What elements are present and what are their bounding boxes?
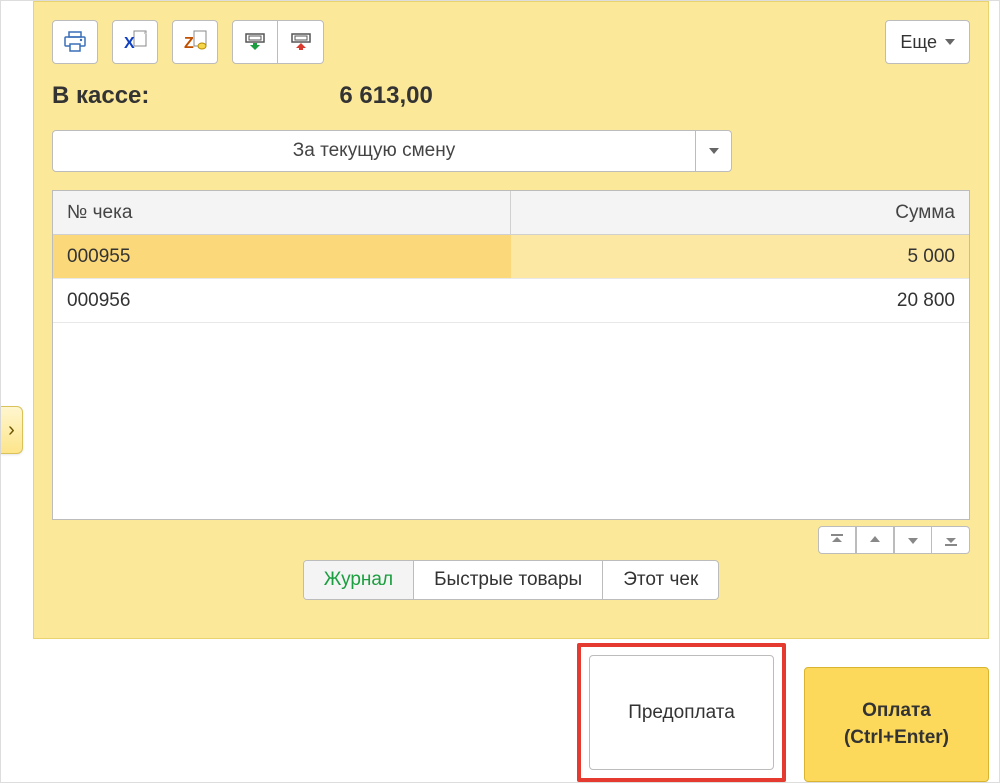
table-body: 0009555 00000095620 800 (53, 235, 969, 519)
prepayment-highlight: Предоплата (577, 643, 786, 782)
x-report-button[interactable]: X (112, 20, 158, 64)
receipt-journal-panel: X Z (33, 1, 989, 639)
print-button[interactable] (52, 20, 98, 64)
go-first-button[interactable] (818, 526, 856, 554)
row-nav-buttons (52, 526, 970, 554)
tab-journal[interactable]: Журнал (304, 561, 414, 599)
x-report-icon: X (122, 30, 148, 54)
bottom-action-buttons: Предоплата Оплата (Ctrl+Enter) (577, 643, 989, 782)
table-row[interactable]: 00095620 800 (53, 279, 969, 323)
chevron-down-icon (945, 39, 955, 45)
prepayment-label: Предоплата (628, 702, 735, 724)
cash-balance-row: В кассе: 6 613,00 (52, 82, 970, 110)
z-report-icon: Z (182, 30, 208, 54)
go-last-button[interactable] (932, 526, 970, 554)
col-header-number[interactable]: № чека (53, 191, 511, 234)
cash-balance-label: В кассе: (52, 82, 149, 110)
shift-filter-select[interactable]: За текущую смену (52, 130, 732, 172)
go-up-icon (869, 534, 881, 546)
expand-panel-handle[interactable]: › (1, 406, 23, 454)
chevron-down-icon (709, 148, 719, 154)
cash-out-icon (289, 32, 313, 52)
table-header: № чека Сумма (53, 191, 969, 235)
receipts-table: № чека Сумма 0009555 00000095620 800 (52, 190, 970, 520)
more-menu-button[interactable]: Еще (885, 20, 970, 64)
prepayment-button[interactable]: Предоплата (589, 655, 774, 770)
cell-sum: 20 800 (511, 290, 969, 312)
tab-this-receipt[interactable]: Этот чек (603, 561, 718, 599)
cell-number: 000956 (53, 279, 511, 322)
shift-filter-arrow (695, 131, 731, 171)
table-row[interactable]: 0009555 000 (53, 235, 969, 279)
more-menu-label: Еще (900, 32, 937, 53)
cell-sum: 5 000 (511, 246, 969, 268)
view-tabs: Журнал Быстрые товары Этот чек (303, 560, 720, 600)
go-up-button[interactable] (856, 526, 894, 554)
shift-filter-value: За текущую смену (53, 131, 695, 171)
go-down-button[interactable] (894, 526, 932, 554)
go-first-icon (831, 534, 843, 546)
tab-quick-goods[interactable]: Быстрые товары (414, 561, 603, 599)
go-down-icon (907, 534, 919, 546)
cash-in-icon (243, 32, 267, 52)
toolbar: X Z (52, 20, 970, 64)
cash-balance-value: 6 613,00 (339, 82, 432, 110)
payment-label-line1: Оплата (862, 698, 931, 725)
cash-out-button[interactable] (278, 20, 324, 64)
col-header-sum[interactable]: Сумма (511, 202, 969, 224)
svg-text:Z: Z (184, 35, 194, 52)
go-last-icon (945, 534, 957, 546)
svg-text:X: X (124, 35, 135, 52)
cell-number: 000955 (53, 235, 511, 278)
payment-button[interactable]: Оплата (Ctrl+Enter) (804, 667, 989, 782)
z-report-button[interactable]: Z (172, 20, 218, 64)
payment-label-line2: (Ctrl+Enter) (844, 725, 949, 752)
printer-icon (63, 31, 87, 53)
cash-in-button[interactable] (232, 20, 278, 64)
